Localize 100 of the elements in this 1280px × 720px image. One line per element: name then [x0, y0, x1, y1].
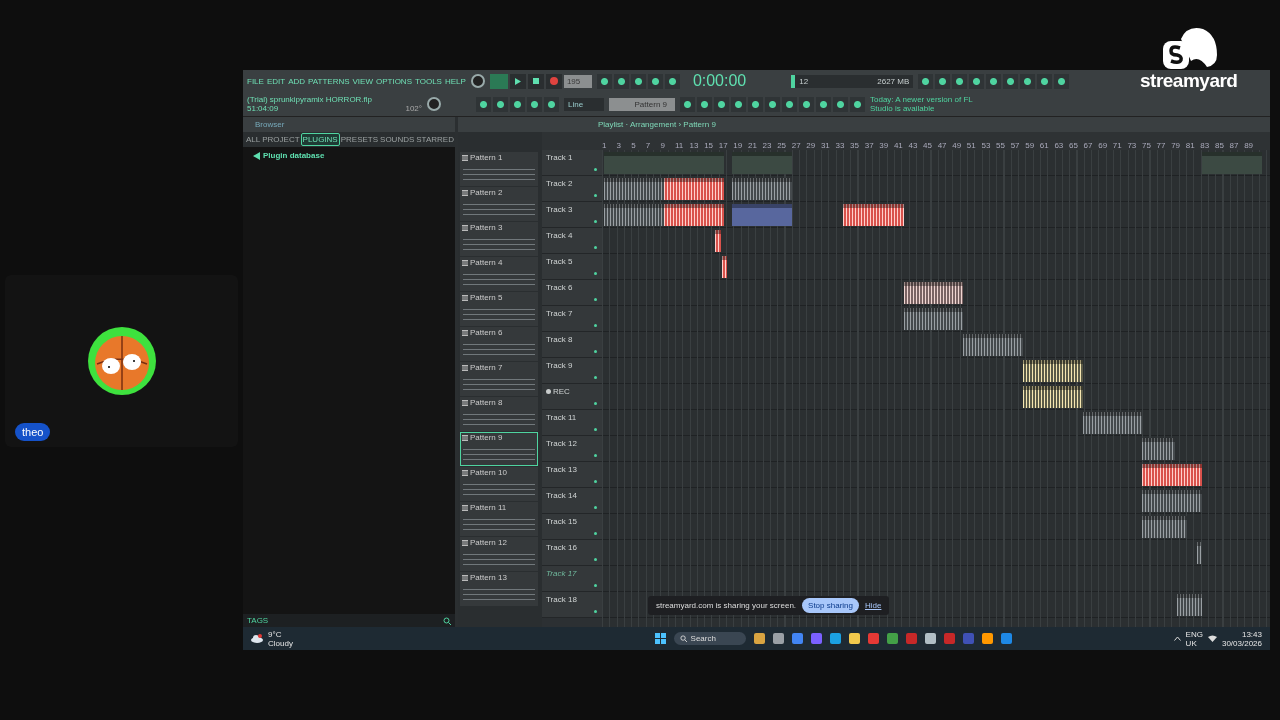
audio-clip[interactable] [732, 204, 792, 226]
track-header[interactable]: Track 11 [542, 410, 602, 436]
search-icon[interactable] [443, 616, 451, 625]
audio-clip[interactable] [664, 178, 724, 200]
clock-date[interactable]: 30/03/2026 [1221, 638, 1262, 648]
toolbar-button[interactable] [782, 96, 797, 112]
browser-tab[interactable]: PRESETS [339, 134, 380, 145]
toolbar-button[interactable] [1037, 73, 1053, 89]
audio-clip[interactable] [1023, 386, 1083, 408]
track-header[interactable]: Track 5 [542, 254, 602, 280]
pattern-item[interactable]: Pattern 1 [460, 152, 538, 186]
audio-clip[interactable] [722, 256, 727, 278]
app-icon[interactable] [753, 633, 765, 644]
toolbar-button[interactable] [697, 96, 712, 112]
pattern-item[interactable]: Pattern 5 [460, 292, 538, 326]
audio-clip[interactable] [1083, 412, 1142, 434]
hide-link[interactable]: Hide [865, 601, 882, 610]
toolbar-button[interactable] [647, 73, 663, 89]
track-indicator[interactable] [594, 428, 597, 431]
taskbar-search-field[interactable]: Search [673, 632, 746, 645]
audio-clip[interactable] [715, 230, 721, 252]
browser-tab[interactable]: PROJECT [261, 134, 301, 145]
playlist-grid[interactable] [602, 150, 1270, 627]
audio-clip[interactable] [904, 282, 963, 304]
toolbar-button[interactable] [527, 96, 542, 112]
audio-clip[interactable] [664, 204, 724, 226]
toolbar-button[interactable] [765, 96, 780, 112]
track-header[interactable]: Track 2 [542, 176, 602, 202]
pattern-item[interactable]: Pattern 4 [460, 257, 538, 291]
toolbar-button[interactable] [1054, 73, 1070, 89]
track-indicator[interactable] [594, 402, 597, 405]
track-indicator[interactable] [594, 298, 597, 301]
browser-tab[interactable]: PLUGINS [300, 133, 340, 146]
toolbar-button[interactable] [816, 96, 831, 112]
clock-time[interactable]: 13:43 [1241, 629, 1262, 639]
toolbar-button[interactable] [544, 96, 559, 112]
menu-item[interactable]: ADD [288, 76, 306, 86]
browser-item[interactable]: Plugin database [263, 151, 325, 160]
stop-sharing-button[interactable]: Stop sharing [802, 598, 859, 613]
track-indicator[interactable] [594, 246, 597, 249]
app-icon[interactable] [848, 633, 860, 644]
toolbar-button[interactable] [596, 73, 612, 89]
audio-clip[interactable] [1142, 464, 1202, 486]
audio-clip[interactable] [664, 152, 724, 174]
toolbar-button[interactable] [799, 96, 814, 112]
track-indicator[interactable] [594, 532, 597, 535]
track-header[interactable]: Track 15 [542, 514, 602, 540]
app-icon[interactable] [924, 633, 936, 644]
audio-clip[interactable] [1142, 490, 1202, 512]
track-indicator[interactable] [594, 506, 597, 509]
stop-button[interactable] [527, 73, 544, 89]
toolbar-button[interactable] [613, 73, 629, 89]
pattern-item[interactable]: Pattern 13 [460, 572, 538, 606]
menu-item[interactable]: OPTIONS [375, 76, 412, 86]
browser-tab[interactable]: SOUNDS [379, 134, 416, 145]
toolbar-button[interactable] [969, 73, 985, 89]
toolbar-button[interactable] [731, 96, 746, 112]
toolbar-button[interactable] [680, 96, 695, 112]
toolbar-button[interactable] [1003, 73, 1019, 89]
track-header[interactable]: Track 9 [542, 358, 602, 384]
toolbar-button[interactable] [850, 96, 865, 112]
pattern-item[interactable]: Pattern 6 [460, 327, 538, 361]
track-indicator[interactable] [594, 558, 597, 561]
pattern-song-toggle[interactable] [489, 73, 508, 89]
track-header[interactable]: Track 14 [542, 488, 602, 514]
toolbar-button[interactable] [664, 73, 680, 89]
menu-item[interactable]: TOOLS [415, 76, 442, 86]
track-header[interactable]: Track 7 [542, 306, 602, 332]
audio-clip[interactable] [843, 204, 904, 226]
toolbar-button[interactable] [918, 73, 934, 89]
toolbar-button[interactable] [510, 96, 525, 112]
tempo-display[interactable]: 195 [563, 74, 592, 88]
language-indicator[interactable]: UK [1185, 638, 1203, 648]
snap-dropdown[interactable]: Line [564, 97, 604, 111]
toolbar-button[interactable] [493, 96, 508, 112]
pattern-item[interactable]: Pattern 8 [460, 397, 538, 431]
pattern-item[interactable]: Pattern 7 [460, 362, 538, 396]
pattern-item[interactable]: Pattern 9 [460, 432, 538, 466]
track-header[interactable]: Track 6 [542, 280, 602, 306]
pattern-item[interactable]: Pattern 3 [460, 222, 538, 256]
pattern-item[interactable]: Pattern 11 [460, 502, 538, 536]
track-indicator[interactable] [594, 584, 597, 587]
menu-item[interactable]: PATTERNS [308, 76, 350, 86]
track-indicator[interactable] [594, 272, 597, 275]
knob-icon[interactable] [427, 97, 441, 111]
track-indicator[interactable] [594, 480, 597, 483]
audio-clip[interactable] [1142, 516, 1187, 538]
audio-clip[interactable] [963, 334, 1023, 356]
app-icon[interactable] [772, 633, 784, 644]
track-indicator[interactable] [594, 454, 597, 457]
audio-clip[interactable] [1023, 360, 1083, 382]
app-icon[interactable] [981, 633, 993, 644]
pattern-item[interactable]: Pattern 2 [460, 187, 538, 221]
browser-tab[interactable]: ALL [245, 134, 262, 145]
browser-tab[interactable]: STARRED [415, 134, 455, 145]
track-indicator[interactable] [594, 194, 597, 197]
track-indicator[interactable] [594, 376, 597, 379]
toolbar-button[interactable] [833, 96, 848, 112]
wifi-icon[interactable] [1207, 635, 1217, 642]
toolbar-button[interactable] [714, 96, 729, 112]
